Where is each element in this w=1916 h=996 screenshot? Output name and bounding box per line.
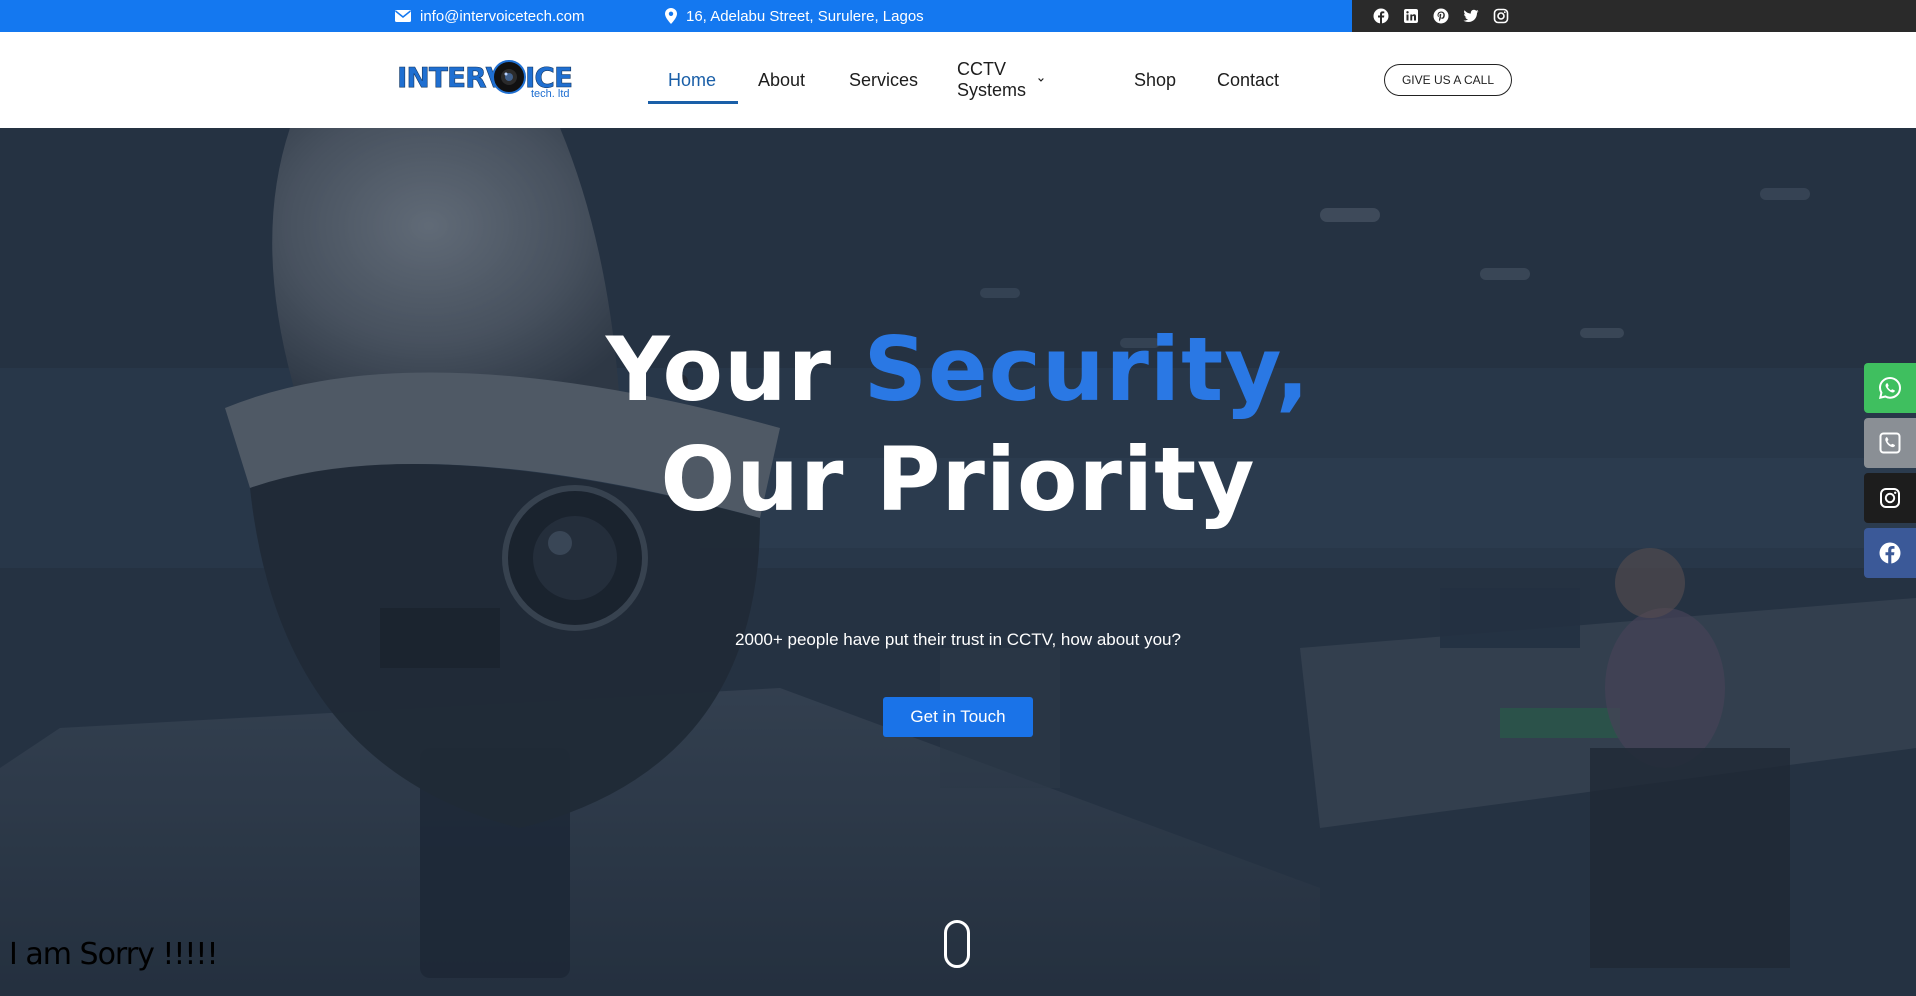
- address-text: 16, Adelabu Street, Surulere, Lagos: [686, 7, 924, 25]
- give-us-a-call-button[interactable]: GIVE US A CALL: [1384, 64, 1512, 96]
- pinterest-icon[interactable]: [1433, 8, 1449, 24]
- hero-title-line-1: Your Security,: [0, 318, 1916, 421]
- top-bar: info@intervoicetech.com 16, Adelabu Stre…: [0, 0, 1916, 32]
- nav-shop[interactable]: Shop: [1134, 32, 1176, 128]
- linkedin-icon[interactable]: [1403, 8, 1419, 24]
- logo-tagline: tech. ltd: [531, 88, 570, 100]
- instagram-icon[interactable]: [1864, 473, 1916, 523]
- overlay-text: I am Sorry !!!!!: [9, 937, 218, 972]
- top-bar-social: [1352, 0, 1916, 32]
- nav-home-label[interactable]: Home: [668, 70, 716, 91]
- instagram-icon[interactable]: [1493, 8, 1509, 24]
- nav-about[interactable]: About: [758, 32, 805, 128]
- get-in-touch-button[interactable]: Get in Touch: [883, 697, 1033, 737]
- hero-title-line-2: Our Priority: [660, 428, 1256, 531]
- hero-background-image: [0, 128, 1916, 996]
- map-pin-icon: [665, 8, 677, 24]
- chevron-down-icon: [1038, 78, 1044, 82]
- nav-about-label[interactable]: About: [758, 70, 805, 91]
- facebook-icon[interactable]: [1373, 8, 1389, 24]
- address-contact: 16, Adelabu Street, Surulere, Lagos: [665, 0, 924, 32]
- nav-cctv-label[interactable]: CCTV Systems: [957, 59, 1030, 101]
- facebook-icon[interactable]: [1864, 528, 1916, 578]
- hero-title-accent: Security,: [863, 318, 1311, 421]
- hero-section: Your Security, Our Priority 2000+ people…: [0, 128, 1916, 996]
- whatsapp-icon[interactable]: [1864, 363, 1916, 413]
- phone-icon[interactable]: [1864, 418, 1916, 468]
- hero-title-part1: Your: [605, 318, 864, 421]
- floating-social-bar: [1864, 363, 1916, 583]
- top-bar-contact: info@intervoicetech.com 16, Adelabu Stre…: [0, 0, 1352, 32]
- nav-contact-label[interactable]: Contact: [1217, 70, 1279, 91]
- active-nav-indicator: [648, 101, 738, 104]
- svg-text:INTERV: INTERV: [397, 61, 508, 94]
- nav-shop-label[interactable]: Shop: [1134, 70, 1176, 91]
- scroll-down-icon[interactable]: [944, 920, 970, 968]
- nav-services[interactable]: Services: [849, 32, 918, 128]
- envelope-icon: [395, 10, 411, 22]
- email-text[interactable]: info@intervoicetech.com: [420, 8, 584, 25]
- site-logo[interactable]: INTERV ICE tech. ltd: [397, 58, 575, 104]
- nav-home[interactable]: Home: [668, 32, 716, 128]
- nav-cctv-systems[interactable]: CCTV Systems: [957, 32, 1044, 128]
- nav-services-label[interactable]: Services: [849, 70, 918, 91]
- main-navbar: INTERV ICE tech. ltd Home About Services…: [0, 32, 1916, 128]
- hero-subtitle: 2000+ people have put their trust in CCT…: [735, 630, 1181, 649]
- twitter-icon[interactable]: [1463, 8, 1479, 24]
- nav-contact[interactable]: Contact: [1217, 32, 1279, 128]
- email-contact[interactable]: info@intervoicetech.com: [395, 0, 584, 32]
